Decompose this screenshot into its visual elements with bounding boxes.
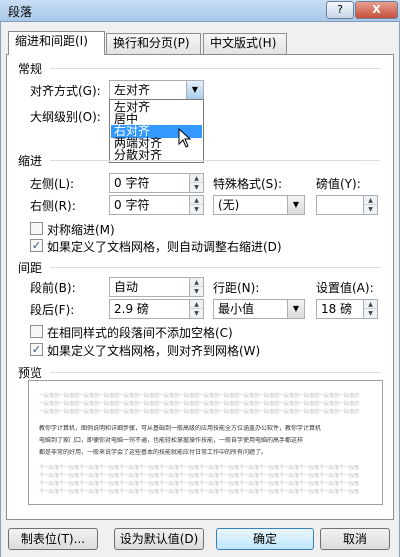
- at-value-spinner[interactable]: ▲ ▼: [363, 300, 377, 318]
- spin-up-icon[interactable]: ▲: [190, 278, 203, 287]
- spin-up-icon[interactable]: ▲: [190, 174, 203, 183]
- spin-down-icon[interactable]: ▼: [364, 309, 377, 318]
- left-indent-input[interactable]: 0 字符 ▲ ▼: [109, 173, 204, 193]
- set-default-button[interactable]: 设为默认值(D): [114, 528, 204, 550]
- tab-asian-typography[interactable]: 中文版式(H): [203, 33, 287, 54]
- tab-line-page-breaks[interactable]: 换行和分页(P): [106, 33, 201, 54]
- spin-down-icon[interactable]: ▼: [190, 287, 203, 296]
- special-format-value: (无): [218, 198, 240, 212]
- by-value-spinner[interactable]: ▲ ▼: [363, 196, 377, 214]
- grid-indent-label: 如果定义了文档网格，则自动调整右缩进(D): [47, 240, 282, 254]
- close-button[interactable]: X: [355, 1, 398, 19]
- spin-up-icon[interactable]: ▲: [190, 196, 203, 205]
- at-value-value: 18 磅: [321, 302, 353, 316]
- no-space-same-style-label: 在相同样式的段落间不添加空格(C): [47, 326, 233, 340]
- divider: [50, 160, 380, 161]
- space-before-input[interactable]: 自动 ▲ ▼: [109, 277, 204, 297]
- mirror-indent-label: 对称缩进(M): [47, 223, 115, 237]
- by-value-input[interactable]: ▲ ▼: [316, 195, 378, 215]
- preview-next-line: 下一段落下一段落下一段落下一段落下一段落下一段落下一段落下一段落下一段落下一段落…: [39, 473, 360, 479]
- left-indent-label: 左侧(L):: [30, 177, 75, 191]
- preview-body-line: 电脑到了家门口，即便你对电脑一窍不通，也能轻松掌握操作技能，一般自学使用电脑的高…: [39, 437, 304, 444]
- divider: [50, 267, 380, 268]
- ok-button[interactable]: 确定: [216, 528, 314, 550]
- chevron-down-icon[interactable]: ▼: [186, 81, 203, 99]
- spin-up-icon[interactable]: ▲: [190, 300, 203, 309]
- divider: [50, 68, 380, 69]
- outline-level-label: 大纲级别(O):: [30, 110, 101, 124]
- grid-indent-checkbox[interactable]: ✓: [30, 239, 43, 252]
- right-indent-input[interactable]: 0 字符 ▲ ▼: [109, 195, 204, 215]
- no-space-same-style-checkbox[interactable]: [30, 325, 43, 338]
- space-before-value: 自动: [114, 280, 139, 294]
- tabs-button[interactable]: 制表位(T)...: [8, 528, 98, 550]
- spin-down-icon[interactable]: ▼: [190, 309, 203, 318]
- space-after-label: 段后(F):: [30, 303, 75, 317]
- right-indent-value: 0 字符: [114, 198, 150, 212]
- left-indent-value: 0 字符: [114, 176, 150, 190]
- special-format-select[interactable]: (无) ▼: [213, 195, 305, 215]
- section-general: 常规: [18, 62, 43, 76]
- space-after-spinner[interactable]: ▲ ▼: [189, 300, 203, 318]
- preview-next-line: 下一段落下一段落下一段落下一段落下一段落下一段落下一段落下一段落下一段落下一段落…: [39, 489, 360, 495]
- divider: [50, 372, 380, 373]
- left-indent-spinner[interactable]: ▲ ▼: [189, 174, 203, 192]
- section-preview: 预览: [18, 366, 43, 380]
- alignment-value: 左对齐: [114, 83, 151, 97]
- special-format-label: 特殊格式(S):: [213, 177, 283, 191]
- preview-next-line: 下一段落下一段落下一段落下一段落下一段落下一段落下一段落下一段落下一段落下一段落…: [39, 481, 360, 487]
- preview-prev-line: 一段落前一段落前一段落前一段落前一段落前一段落前一段落前一段落前一段落前一段落前…: [39, 393, 360, 399]
- mirror-indent-checkbox[interactable]: [30, 222, 43, 235]
- at-value-input[interactable]: 18 磅 ▲ ▼: [316, 299, 378, 319]
- alignment-label: 对齐方式(G):: [30, 84, 101, 98]
- preview-next-line: 下一段落下一段落下一段落下一段落下一段落下一段落下一段落下一段落下一段落下一段落…: [39, 465, 360, 471]
- preview-box: 一段落前一段落前一段落前一段落前一段落前一段落前一段落前一段落前一段落前一段落前…: [28, 380, 383, 505]
- space-after-input[interactable]: 2.9 磅 ▲ ▼: [109, 299, 204, 319]
- snap-to-grid-checkbox[interactable]: ✓: [30, 343, 43, 356]
- line-spacing-value: 最小值: [218, 302, 255, 316]
- section-spacing: 间距: [18, 261, 43, 275]
- preview-body-line: 都是非常的好用，一般来说学会了这些基本的技能就能应付日常工作中的所有问题了。: [39, 449, 268, 456]
- space-before-spinner[interactable]: ▲ ▼: [189, 278, 203, 296]
- spin-down-icon[interactable]: ▼: [364, 205, 377, 214]
- cancel-button[interactable]: 取消: [320, 528, 390, 550]
- chevron-down-icon[interactable]: ▼: [287, 196, 304, 214]
- space-before-label: 段前(B):: [30, 281, 76, 295]
- spin-down-icon[interactable]: ▼: [190, 205, 203, 214]
- spin-down-icon[interactable]: ▼: [190, 183, 203, 192]
- mouse-pointer-icon: [178, 128, 192, 148]
- tab-indents-spacing[interactable]: 缩进和间距(I): [8, 31, 105, 55]
- help-button[interactable]: ?: [326, 1, 354, 19]
- snap-to-grid-label: 如果定义了文档网格，则对齐到网格(W): [47, 344, 261, 358]
- preview-body-line: 教你学计算机，图例说明和详细步骤，可从基础到一般高级的应用技能全方位涵盖办公软件…: [39, 425, 322, 432]
- chevron-down-icon[interactable]: ▼: [287, 300, 304, 318]
- window-title: 段落: [8, 5, 33, 19]
- spin-up-icon[interactable]: ▲: [364, 196, 377, 205]
- by-value-label: 磅值(Y):: [316, 177, 361, 191]
- line-spacing-label: 行距(N):: [213, 281, 260, 295]
- right-indent-spinner[interactable]: ▲ ▼: [189, 196, 203, 214]
- line-spacing-select[interactable]: 最小值 ▼: [213, 299, 305, 319]
- preview-prev-line: 一段落前一段落前一段落前一段落前一段落前一段落前一段落前一段落前一段落前一段落前…: [39, 409, 360, 415]
- space-after-value: 2.9 磅: [114, 302, 149, 316]
- at-value-label: 设置值(A):: [316, 281, 374, 295]
- right-indent-label: 右侧(R):: [30, 199, 76, 213]
- section-indent: 缩进: [18, 154, 43, 168]
- alignment-select[interactable]: 左对齐 ▼: [109, 80, 204, 100]
- spin-up-icon[interactable]: ▲: [364, 300, 377, 309]
- preview-prev-line: 一段落前一段落前一段落前一段落前一段落前一段落前一段落前一段落前一段落前一段落前…: [39, 401, 360, 407]
